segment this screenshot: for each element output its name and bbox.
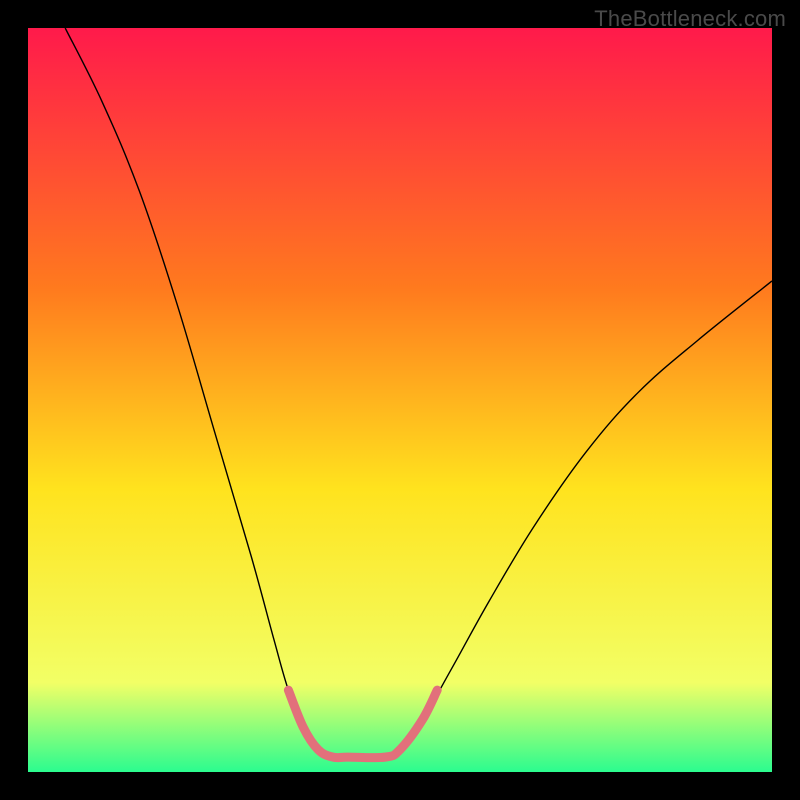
watermark-text: TheBottleneck.com	[594, 6, 786, 32]
plot-area	[28, 28, 772, 772]
chart-svg	[28, 28, 772, 772]
gradient-background	[28, 28, 772, 772]
chart-frame: TheBottleneck.com	[0, 0, 800, 800]
